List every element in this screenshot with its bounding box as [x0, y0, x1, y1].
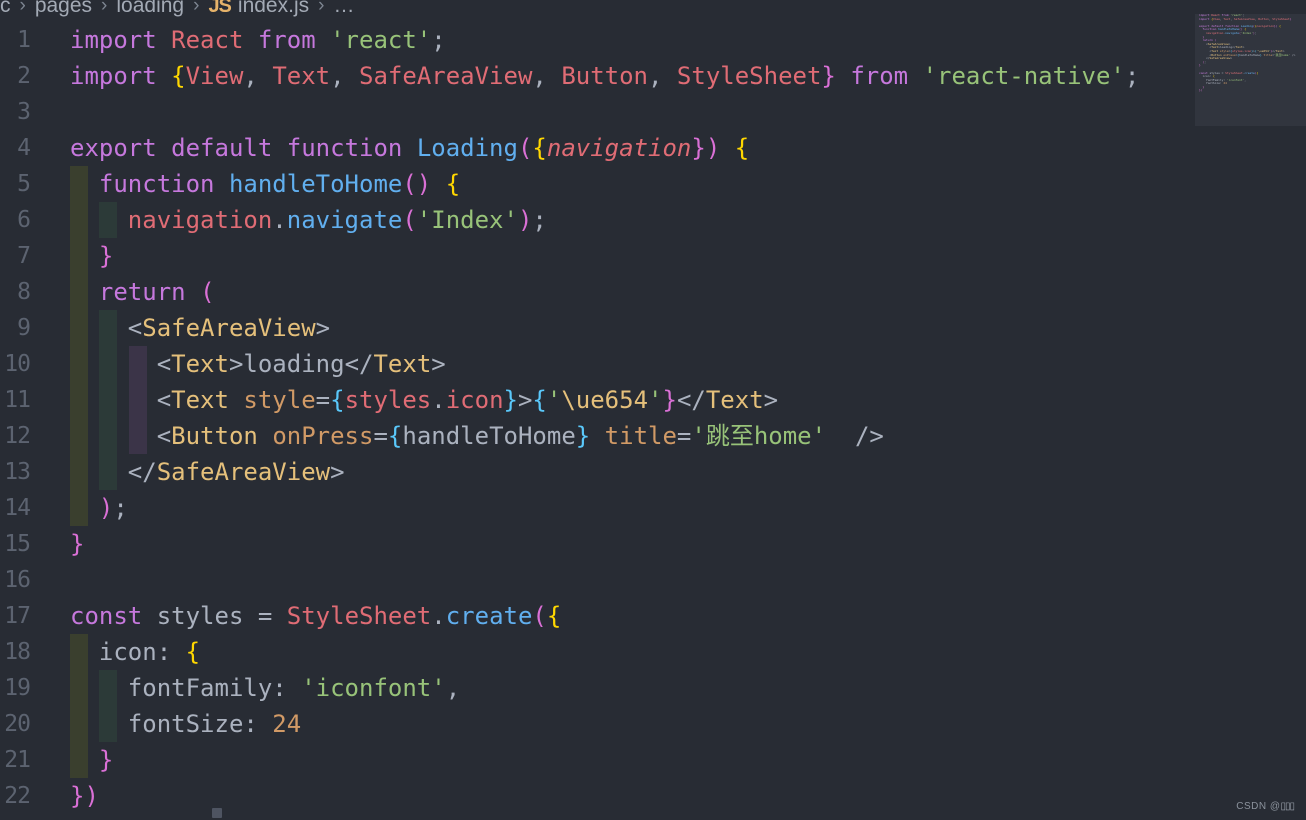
code-text: <Text>loading</Text> — [156, 350, 446, 378]
code-line[interactable]: 11 <Text style={styles.icon}>{'\ue654'}<… — [0, 382, 1306, 418]
code-line[interactable]: 17 const styles = StyleSheet.create({ — [0, 598, 1306, 634]
code-line[interactable]: 7 } — [0, 238, 1306, 274]
code-line[interactable]: 14 ); — [0, 490, 1306, 526]
breadcrumb-item-src[interactable]: c — [0, 0, 11, 18]
breadcrumb-item-symbol[interactable]: … — [333, 0, 354, 18]
line-number: 6 — [17, 207, 31, 233]
code-text: } — [98, 746, 114, 774]
breadcrumb-separator-icon: › — [19, 0, 26, 16]
code-line[interactable]: 13 </SafeAreaView> — [0, 454, 1306, 490]
horizontal-scrollbar-thumb[interactable] — [212, 808, 222, 818]
code-line[interactable]: 19 fontFamily: 'iconfont', — [0, 670, 1306, 706]
line-number: 15 — [4, 531, 31, 557]
code-line[interactable]: 4 export default function Loading({naviga… — [0, 130, 1306, 166]
code-line[interactable]: 3 — [0, 94, 1306, 130]
vertical-scrollbar[interactable] — [1292, 128, 1306, 788]
code-line[interactable]: 1 import React from 'react'; — [0, 22, 1306, 58]
code-text: } — [70, 530, 85, 558]
code-line[interactable]: 9 <SafeAreaView> — [0, 310, 1306, 346]
code-line[interactable]: 5 function handleToHome() { — [0, 166, 1306, 202]
line-number: 5 — [17, 171, 31, 197]
code-line[interactable]: 21 } — [0, 742, 1306, 778]
line-number: 21 — [4, 747, 31, 773]
code-text: ); — [98, 494, 128, 522]
code-text: const styles = StyleSheet.create({ — [70, 602, 562, 630]
breadcrumb-item-pages[interactable]: pages — [35, 0, 92, 18]
code-line[interactable]: 22}) — [0, 778, 1306, 808]
code-text: icon: { — [98, 638, 201, 666]
code-text: } — [98, 242, 114, 270]
code-editor[interactable]: 1 import React from 'react'; 2 import {View… — [0, 22, 1306, 808]
minimap-viewport-slider[interactable] — [1195, 14, 1306, 126]
code-text: return ( — [98, 278, 215, 306]
line-number: 3 — [17, 99, 31, 125]
breadcrumb-separator-icon: › — [193, 0, 200, 16]
line-number: 10 — [4, 351, 31, 377]
code-line[interactable]: 20 fontSize: 24 — [0, 706, 1306, 742]
line-number: 13 — [4, 459, 31, 485]
code-line[interactable]: 16 — [0, 562, 1306, 598]
code-text: </SafeAreaView> — [127, 458, 345, 486]
code-line[interactable]: 10 <Text>loading</Text> — [0, 346, 1306, 382]
watermark-text: CSDN @ — [1236, 801, 1281, 812]
line-number: 12 — [4, 423, 31, 449]
line-number: 20 — [4, 711, 31, 737]
code-text: <SafeAreaView> — [127, 314, 331, 342]
line-number: 18 — [4, 639, 31, 665]
code-text: fontFamily: 'iconfont', — [127, 674, 461, 702]
code-line[interactable]: 6 navigation.navigate('Index'); — [0, 202, 1306, 238]
line-number: 9 — [17, 315, 31, 341]
line-number: 14 — [4, 495, 31, 521]
horizontal-scrollbar[interactable] — [0, 808, 1306, 820]
code-line[interactable]: 18 icon: { — [0, 634, 1306, 670]
line-number: 1 — [17, 27, 31, 53]
line-number: 19 — [4, 675, 31, 701]
code-text: import {View, Text, SafeAreaView, Button… — [70, 62, 1140, 90]
line-number: 2 — [17, 63, 31, 89]
breadcrumb[interactable]: c › pages › loading › JS index.js › … — [0, 0, 354, 21]
code-text: import React from 'react'; — [70, 26, 446, 54]
code-text: <Text style={styles.icon}>{'\ue654'}</Te… — [156, 386, 779, 414]
code-line[interactable]: 2 import {View, Text, SafeAreaView, Butto… — [0, 58, 1306, 94]
watermark-blocks: ▯▯▯ — [1280, 801, 1294, 812]
line-number: 4 — [17, 135, 31, 161]
code-text: }) — [70, 782, 99, 808]
line-number: 11 — [4, 387, 31, 413]
minimap[interactable]: import React from 'react'; import {View, … — [1195, 14, 1306, 126]
breadcrumb-separator-icon: › — [101, 0, 108, 16]
code-text: function handleToHome() { — [98, 170, 461, 198]
code-line[interactable]: 12 <Button onPress={handleToHome} title=… — [0, 418, 1306, 454]
line-number: 7 — [17, 243, 31, 269]
breadcrumb-item-loading[interactable]: loading — [116, 0, 184, 18]
code-text: <Button onPress={handleToHome} title='跳至… — [156, 422, 884, 450]
code-text: export default function Loading({navigat… — [70, 134, 750, 162]
line-number: 22 — [4, 783, 31, 808]
line-number: 16 — [4, 567, 31, 593]
code-line[interactable]: 8 return ( — [0, 274, 1306, 310]
line-number: 17 — [4, 603, 31, 629]
breadcrumb-separator-icon: › — [318, 0, 325, 16]
line-number: 8 — [17, 279, 31, 305]
breadcrumb-item-file[interactable]: index.js — [238, 0, 309, 18]
code-line[interactable]: 15} — [0, 526, 1306, 562]
js-file-icon: JS — [208, 0, 231, 17]
csdn-watermark: CSDN @▯▯▯ — [1236, 801, 1295, 812]
code-text: navigation.navigate('Index'); — [127, 206, 547, 234]
code-text: fontSize: 24 — [127, 710, 302, 738]
